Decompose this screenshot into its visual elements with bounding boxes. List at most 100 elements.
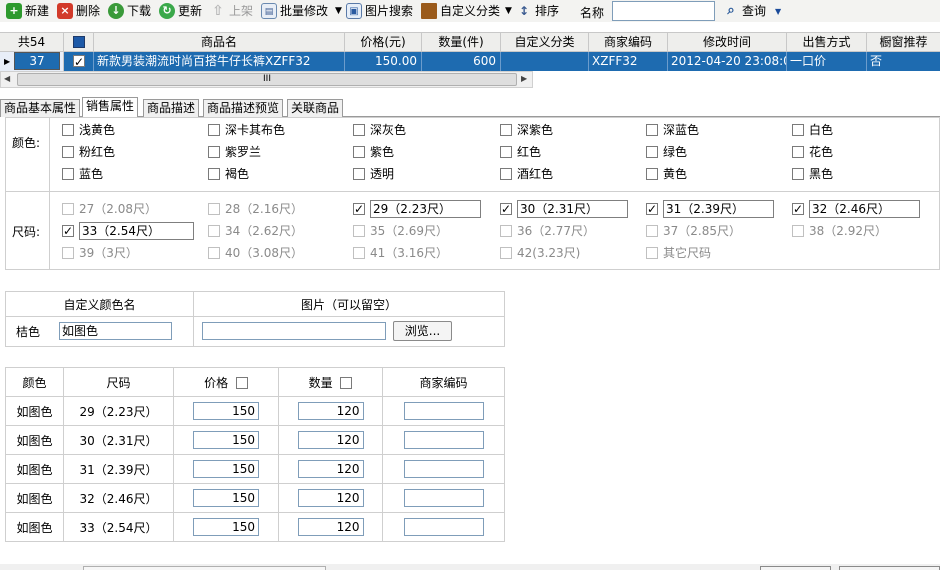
color-checkbox[interactable] [646,168,658,180]
color-checkbox[interactable] [208,146,220,158]
column-price[interactable]: 价格(元) [345,33,422,52]
color-checkbox[interactable] [208,168,220,180]
color-option-label: 红色 [517,145,542,159]
color-option-label: 紫色 [370,145,395,159]
bottom-button[interactable] [839,566,940,570]
browse-button[interactable]: 浏览... [393,321,452,341]
column-modified-time[interactable]: 修改时间 [668,33,787,52]
sku-code-input[interactable] [403,460,484,478]
size-label-input[interactable]: 30（2.31尺） [517,200,628,218]
sku-price-input[interactable]: 150 [193,489,259,507]
sku-size-cell: 31（2.39尺） [63,454,174,484]
sku-qty-input[interactable]: 120 [297,402,364,420]
sku-qty-input[interactable]: 120 [297,518,364,536]
row-checkbox[interactable] [73,53,85,71]
color-checkbox[interactable] [646,146,658,158]
tab-description-preview[interactable]: 商品描述预览 [203,99,284,117]
custom-color-name-input[interactable]: 如图色 [59,322,172,340]
plus-icon: + [6,3,22,19]
sku-header-color: 颜色 [5,367,64,397]
qty-batch-checkbox[interactable] [340,377,353,389]
color-option-label: 浅黄色 [79,123,116,137]
sku-qty-input[interactable]: 120 [297,460,364,478]
sale-type-cell: 一口价 [787,52,867,71]
size-label-input[interactable]: 32（2.46尺） [809,200,920,218]
column-custom-category[interactable]: 自定义分类 [501,33,589,52]
size-checkbox [353,225,365,237]
sku-code-input[interactable] [403,402,484,420]
size-checkbox[interactable] [500,201,512,217]
scroll-left-icon[interactable]: ◀ [4,74,10,83]
price-batch-checkbox[interactable] [235,377,248,389]
sku-price-input[interactable]: 150 [193,460,259,478]
tab-basic-attributes[interactable]: 商品基本属性 [0,99,81,117]
color-checkbox[interactable] [353,124,365,136]
size-checkbox [208,247,220,259]
size-label-input[interactable]: 33（2.54尺） [79,222,194,240]
color-checkbox[interactable] [208,124,220,136]
sku-code-cell [382,425,505,455]
color-checkbox[interactable] [500,168,512,180]
sku-price-input[interactable]: 150 [193,402,259,420]
color-checkbox[interactable] [646,124,658,136]
column-window-recommend[interactable]: 橱窗推荐 [867,33,940,52]
bottom-control[interactable] [83,566,326,570]
size-checkbox[interactable] [646,201,658,217]
color-checkbox[interactable] [353,168,365,180]
row-select-cell[interactable] [64,52,94,71]
sku-qty-input[interactable]: 120 [297,489,364,507]
size-label-input[interactable]: 29（2.23尺） [370,200,481,218]
bottom-button[interactable] [760,566,831,570]
chevron-down-icon[interactable]: ▼ [775,7,781,16]
color-checkbox[interactable] [792,146,804,158]
column-count: 共54 [0,33,64,52]
size-section: 尺码: 27（2.08尺） 28（2.16尺） 29（2.23尺） 30（2.31尺）… [5,191,940,270]
color-checkbox[interactable] [353,146,365,158]
search-icon: ⌕ [727,3,735,18]
table-row[interactable]: ▶ 37 新款男装潮流时尚百搭牛仔长裤XZFF32 150.00 600 XZF… [0,52,940,71]
column-merchant-code[interactable]: 商家编码 [589,33,668,52]
color-checkbox[interactable] [792,168,804,180]
chevron-down-icon: ▼ [505,6,512,16]
color-checkbox[interactable] [500,146,512,158]
color-option-label: 褐色 [225,167,250,181]
select-all-checkbox[interactable] [73,36,85,48]
sku-code-input[interactable] [403,489,484,507]
sku-qty-input[interactable]: 120 [297,431,364,449]
tab-description[interactable]: 商品描述 [143,99,200,117]
sku-price-cell: 150 [173,425,279,455]
size-checkbox[interactable] [353,201,365,217]
tab-sales-attributes[interactable]: 销售属性 [82,97,139,117]
image-path-input[interactable] [202,322,386,340]
color-checkbox[interactable] [500,124,512,136]
size-checkbox [62,247,74,259]
sku-price-input[interactable]: 150 [193,518,259,536]
toolbar: + 新建 × 删除 ↓ 下载 ↻ 更新 ⇧ 上架 ▤ 批量修改 ▼ ▣ 图片搜索… [0,0,940,22]
column-select-all[interactable] [64,33,94,52]
scroll-right-icon[interactable]: ▶ [521,74,527,83]
color-option-label: 透明 [370,167,395,181]
scroll-thumb[interactable]: III [17,73,517,86]
color-checkbox[interactable] [62,146,74,158]
size-label-input[interactable]: 31（2.39尺） [663,200,774,218]
name-label: 名称 [580,6,605,20]
name-search-input[interactable] [612,1,715,21]
column-quantity[interactable]: 数量(件) [422,33,501,52]
column-product-name[interactable]: 商品名 [94,33,345,52]
size-checkbox[interactable] [62,223,74,239]
tab-related-products[interactable]: 关联商品 [287,99,344,117]
horizontal-scrollbar[interactable]: ◀ III ▶ [0,71,533,88]
color-checkbox[interactable] [792,124,804,136]
sku-code-input[interactable] [403,518,484,536]
sku-code-input[interactable] [403,431,484,449]
sku-price-cell: 150 [173,483,279,513]
size-checkbox[interactable] [792,201,804,217]
size-checkbox [353,247,365,259]
column-sale-type[interactable]: 出售方式 [787,33,867,52]
color-option-label: 深蓝色 [663,123,700,137]
sku-price-input[interactable]: 150 [193,431,259,449]
color-checkbox[interactable] [62,168,74,180]
color-checkbox[interactable] [62,124,74,136]
sku-header-qty-label: 数量 [308,375,333,390]
window-recommend-cell: 否 [870,54,883,68]
